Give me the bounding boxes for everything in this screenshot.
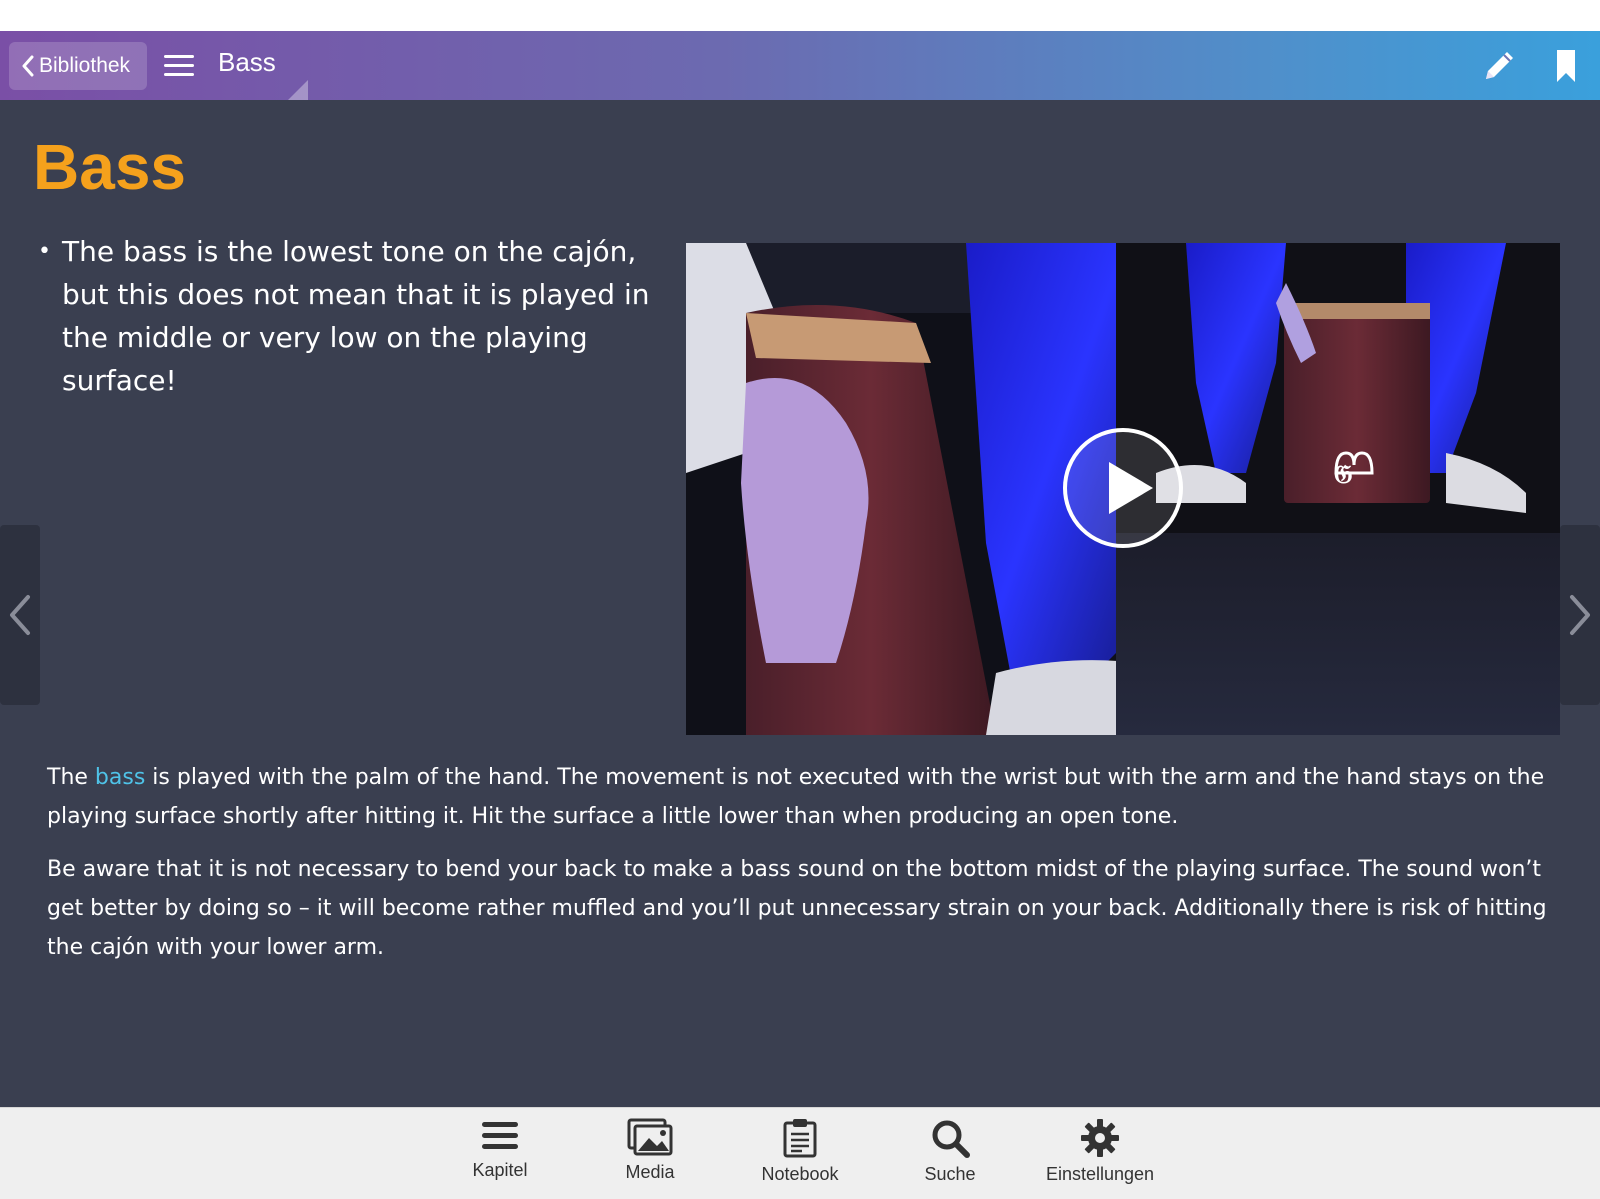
- bottom-tab-bar: Kapitel Media Notebook Suche Einstellung…: [0, 1107, 1600, 1199]
- back-to-library-button[interactable]: Bibliothek: [9, 42, 147, 90]
- body-text: The bass is played with the palm of the …: [47, 758, 1567, 981]
- images-icon: [627, 1118, 673, 1156]
- paragraph: The bass is played with the palm of the …: [47, 758, 1567, 836]
- tab-label: Kapitel: [472, 1160, 528, 1180]
- bass-glossary-link[interactable]: bass: [95, 765, 145, 790]
- list-icon: [482, 1122, 518, 1149]
- gear-icon: [1081, 1119, 1119, 1157]
- previous-page-button[interactable]: [0, 525, 40, 705]
- tab-label: Media: [625, 1162, 675, 1182]
- paragraph-text: is played with the palm of the hand. The…: [47, 765, 1545, 829]
- tab-kapitel[interactable]: Kapitel: [430, 1118, 570, 1196]
- bullet-item: The bass is the lowest tone on the cajón…: [38, 230, 678, 402]
- chevron-left-icon: [22, 55, 34, 77]
- page-title: Bass: [33, 131, 186, 203]
- bookmark-icon[interactable]: [1554, 48, 1578, 84]
- tab-label: Einstellungen: [1045, 1164, 1155, 1184]
- toolbar-title: Bass: [218, 47, 276, 77]
- paragraph: Be aware that it is not necessary to ben…: [47, 857, 1547, 960]
- tab-media[interactable]: Media: [580, 1118, 720, 1196]
- tab-label: Notebook: [761, 1164, 839, 1184]
- status-strip: [0, 0, 1600, 31]
- top-toolbar: Bibliothek Bass: [0, 31, 1600, 100]
- hamburger-menu-icon[interactable]: [162, 51, 196, 81]
- video-player[interactable]: 𝔊: [686, 243, 1560, 735]
- paragraph-text: The: [47, 765, 95, 790]
- chapter-content: Bass The bass is the lowest tone on the …: [0, 100, 1600, 1107]
- pencil-icon[interactable]: [1480, 47, 1518, 85]
- chevron-left-icon: [10, 595, 30, 635]
- next-page-button[interactable]: [1560, 525, 1600, 705]
- back-label: Bibliothek: [39, 54, 131, 77]
- corner-decoration: [288, 80, 308, 100]
- tab-suche[interactable]: Suche: [880, 1118, 1020, 1196]
- chevron-right-icon: [1570, 595, 1590, 635]
- play-icon[interactable]: [1061, 426, 1185, 550]
- clipboard-icon: [783, 1119, 817, 1158]
- tab-label: Suche: [924, 1164, 976, 1184]
- tab-einstellungen[interactable]: Einstellungen: [1030, 1118, 1170, 1196]
- tab-notebook[interactable]: Notebook: [730, 1118, 870, 1196]
- bullet-list: The bass is the lowest tone on the cajón…: [38, 230, 678, 402]
- search-icon: [932, 1120, 970, 1158]
